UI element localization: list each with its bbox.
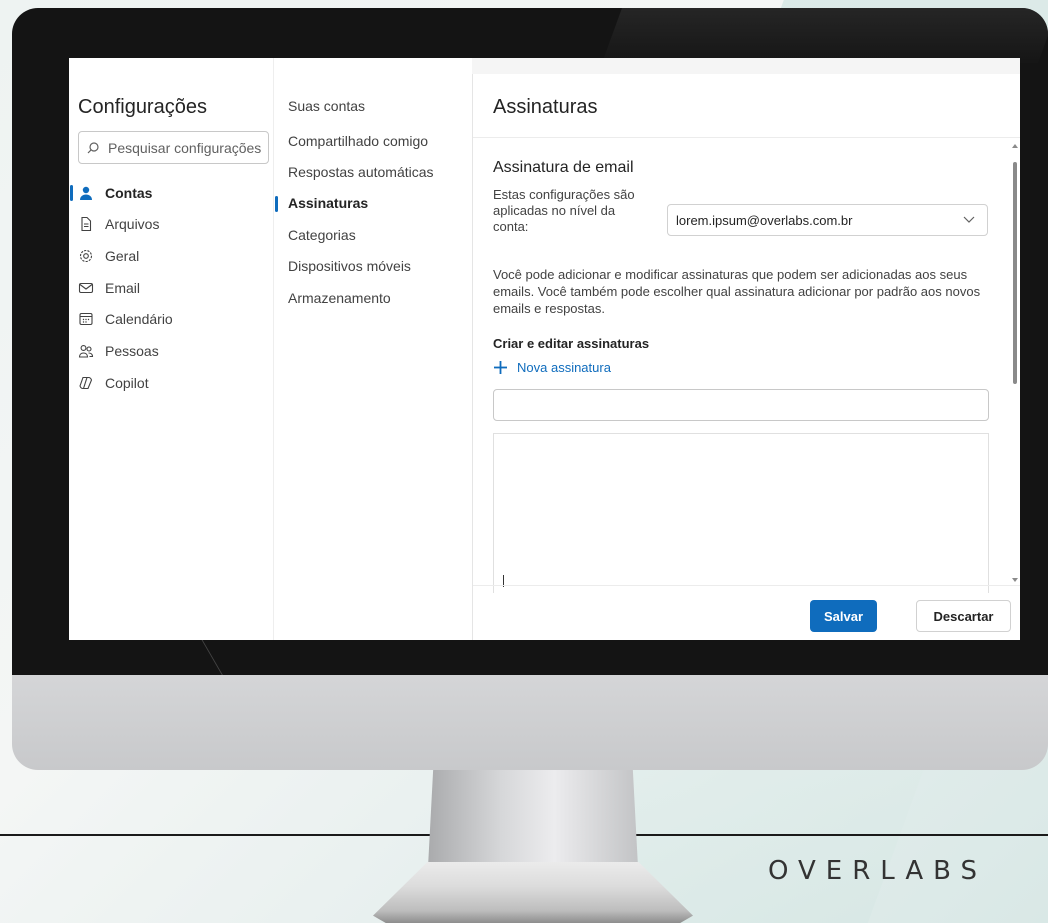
footer-divider: [473, 585, 1020, 586]
panel-top-strip: [472, 58, 1020, 74]
nav-item-label: Pessoas: [105, 343, 159, 359]
monitor-bezel: Configurações Pesquisar configurações Co…: [12, 8, 1048, 675]
signature-editor[interactable]: [493, 433, 989, 593]
file-icon: [81, 216, 92, 232]
nav-item-geral[interactable]: Geral: [69, 244, 139, 268]
search-placeholder: Pesquisar configurações: [108, 139, 262, 156]
scroll-down-icon[interactable]: [1012, 578, 1018, 582]
new-signature-label: Nova assinatura: [517, 360, 611, 375]
subnav-item-dispositivos[interactable]: Dispositivos móveis: [288, 258, 411, 274]
nav-item-label: Email: [105, 280, 141, 296]
panel-scrollbar[interactable]: [1012, 144, 1018, 582]
bezel-gloss: [601, 8, 1048, 63]
plus-icon: [494, 361, 507, 374]
search-input[interactable]: Pesquisar configurações: [78, 131, 269, 164]
person-icon: [80, 186, 92, 200]
nav-item-arquivos[interactable]: Arquivos: [69, 212, 159, 236]
mail-icon: [78, 282, 94, 294]
settings-title: Configurações: [78, 96, 207, 118]
people-icon: [78, 345, 94, 358]
subnav-item-respostas[interactable]: Respostas automáticas: [288, 164, 434, 180]
save-button[interactable]: Salvar: [810, 600, 877, 632]
create-edit-label: Criar e editar assinaturas: [493, 336, 650, 351]
overlabs-logo: OVERLABS: [768, 856, 987, 886]
nav-item-email[interactable]: Email: [69, 276, 140, 300]
account-dropdown-value: lorem.ipsum@overlabs.com.br: [676, 212, 853, 228]
section-title: Assinatura de email: [493, 159, 634, 176]
search-icon: [87, 141, 99, 153]
scope-text: Estas configurações são aplicadas no nív…: [493, 187, 635, 234]
nav-item-label: Arquivos: [105, 216, 160, 232]
signature-name-input[interactable]: [493, 389, 989, 421]
copilot-icon: [79, 376, 93, 390]
scroll-up-icon[interactable]: [1012, 144, 1018, 148]
settings-window: Configurações Pesquisar configurações Co…: [69, 58, 1020, 640]
gear-icon: [79, 249, 93, 263]
nav-item-contas[interactable]: Contas: [69, 181, 152, 205]
monitor-stand-base: [373, 862, 693, 923]
nav-item-label: Copilot: [105, 375, 149, 391]
subnav-item-assinaturas[interactable]: Assinaturas: [288, 195, 368, 211]
subnav-selection-indicator: [275, 196, 278, 212]
nav-item-label: Geral: [105, 248, 140, 264]
subnav-item-armazenamento[interactable]: Armazenamento: [288, 290, 391, 306]
nav-item-label: Calendário: [105, 311, 173, 327]
account-subnav: Suas contas Compartilhado comigo Respost…: [274, 58, 472, 640]
nav-item-pessoas[interactable]: Pessoas: [69, 339, 159, 363]
subnav-item-compartilhado[interactable]: Compartilhado comigo: [288, 133, 428, 149]
settings-nav: Configurações Pesquisar configurações Co…: [69, 58, 274, 640]
subnav-item-suas-contas[interactable]: Suas contas: [288, 98, 365, 114]
chevron-down-icon: [963, 216, 975, 223]
panel-title: Assinaturas: [493, 96, 598, 118]
new-signature-button[interactable]: Nova assinatura: [493, 360, 611, 375]
logo-text: OVERLABS: [768, 856, 988, 886]
nav-item-copilot[interactable]: Copilot: [69, 371, 149, 395]
nav-item-label: Contas: [105, 185, 153, 201]
scrollbar-thumb[interactable]: [1013, 162, 1017, 384]
discard-button[interactable]: Descartar: [916, 600, 1011, 632]
nav-item-calendario[interactable]: Calendário: [69, 307, 173, 331]
panel-header-divider: [473, 137, 1020, 138]
signatures-panel: Assinaturas Assinatura de email Estas co…: [472, 74, 1020, 640]
account-dropdown[interactable]: lorem.ipsum@overlabs.com.br: [667, 204, 988, 236]
subnav-item-categorias[interactable]: Categorias: [288, 227, 356, 243]
calendar-icon: [79, 312, 93, 326]
signatures-description: Você pode adicionar e modificar assinatu…: [493, 267, 981, 316]
